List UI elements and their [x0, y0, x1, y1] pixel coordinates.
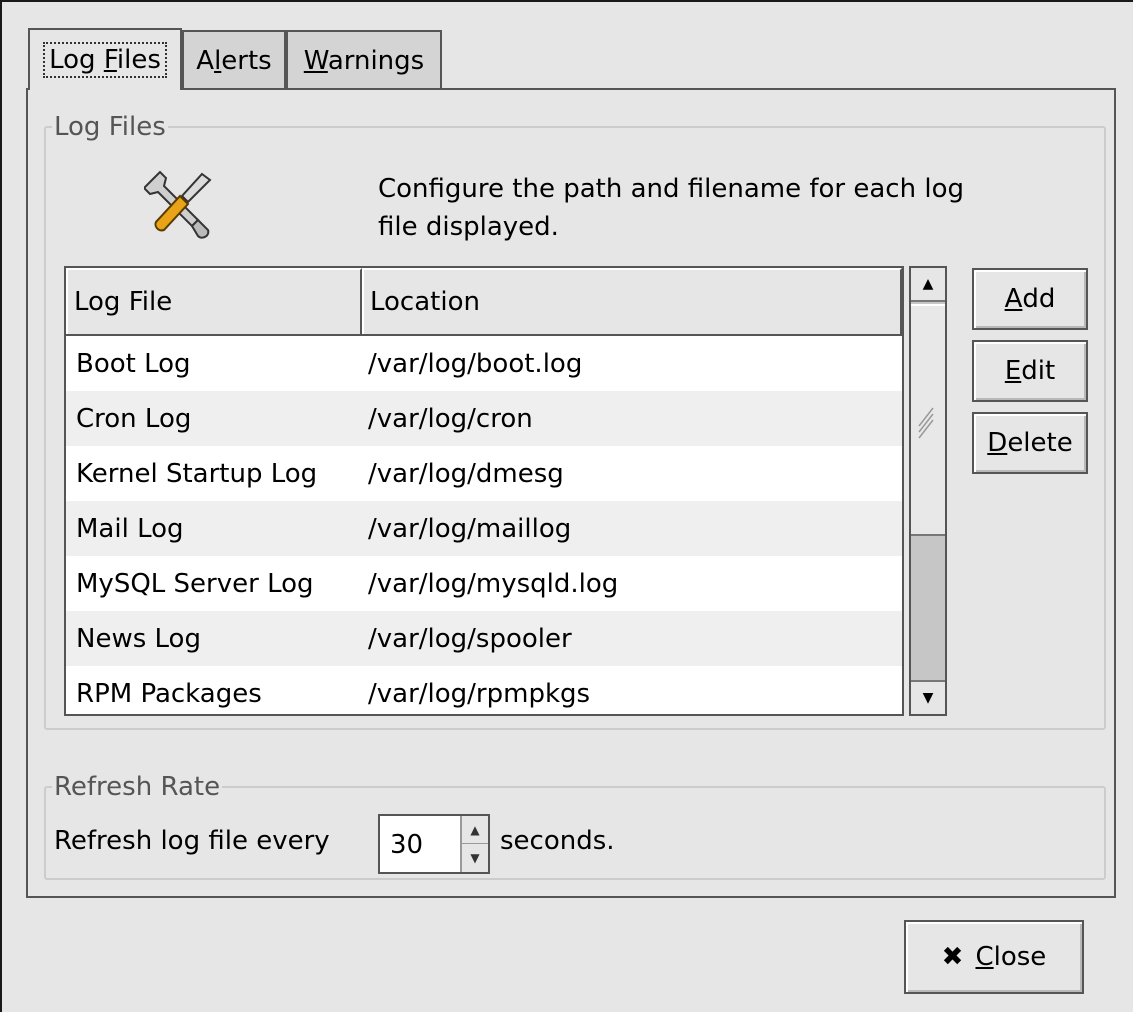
table-row[interactable]: News Log/var/log/spooler: [66, 611, 902, 666]
tab-alerts-label: Alerts: [196, 46, 272, 76]
table-row[interactable]: Kernel Startup Log/var/log/dmesg: [66, 446, 902, 501]
table-body: Boot Log/var/log/boot.log Cron Log/var/l…: [66, 336, 902, 714]
log-files-description: Configure the path and filename for each…: [378, 174, 964, 242]
cell-location: /var/log/dmesg: [368, 458, 564, 489]
cell-location: /var/log/mysqld.log: [368, 568, 619, 599]
tab-warnings-label: Warnings: [303, 46, 425, 76]
refresh-unit-label: seconds.: [500, 826, 615, 856]
cell-location: /var/log/maillog: [368, 513, 572, 544]
table-row[interactable]: Mail Log/var/log/maillog: [66, 501, 902, 556]
refresh-interval-spinbox[interactable]: 30 ▲ ▼: [378, 814, 490, 874]
spin-up-arrow-icon[interactable]: ▲: [462, 816, 488, 844]
scrollbar-thumb[interactable]: [911, 304, 945, 536]
add-button[interactable]: Add: [972, 268, 1088, 330]
column-header-location[interactable]: Location: [362, 268, 902, 334]
refresh-rate-frame-title: Refresh Rate: [54, 772, 221, 802]
cell-location: /var/log/rpmpkgs: [368, 678, 591, 709]
cell-location: /var/log/boot.log: [368, 348, 583, 379]
table-row[interactable]: RPM Packages/var/log/rpmpkgs: [66, 666, 902, 714]
cell-log-file: MySQL Server Log: [76, 568, 314, 599]
refresh-label: Refresh log file every: [54, 826, 330, 856]
spinbox-buttons: ▲ ▼: [460, 816, 488, 872]
cell-location: /var/log/spooler: [368, 623, 572, 654]
edit-button[interactable]: Edit: [972, 340, 1088, 402]
tab-alerts[interactable]: Alerts: [182, 30, 286, 90]
close-button[interactable]: ✖ Close: [904, 920, 1084, 994]
table-row[interactable]: Boot Log/var/log/boot.log: [66, 336, 902, 391]
column-header-log-file[interactable]: Log File: [66, 268, 362, 334]
spin-down-arrow-icon[interactable]: ▼: [462, 844, 488, 872]
cell-log-file: Cron Log: [76, 403, 192, 434]
tab-warnings[interactable]: Warnings: [286, 30, 442, 90]
log-files-table[interactable]: Log File Location Boot Log/var/log/boot.…: [64, 266, 904, 716]
cell-log-file: RPM Packages: [76, 678, 262, 709]
scroll-down-arrow-icon[interactable]: ▼: [911, 680, 945, 714]
refresh-interval-value[interactable]: 30: [390, 830, 423, 860]
tools-icon: [142, 166, 214, 240]
log-files-frame-title: Log Files: [54, 112, 166, 142]
table-header: Log File Location: [66, 268, 902, 336]
delete-button[interactable]: Delete: [972, 412, 1088, 474]
cell-log-file: Mail Log: [76, 513, 184, 544]
grip-icon: [918, 407, 934, 439]
cell-log-file: Kernel Startup Log: [76, 458, 318, 489]
table-row[interactable]: MySQL Server Log/var/log/mysqld.log: [66, 556, 902, 611]
tab-log-files[interactable]: Log Files: [28, 28, 182, 90]
cell-log-file: Boot Log: [76, 348, 191, 379]
cell-location: /var/log/cron: [368, 403, 533, 434]
table-row[interactable]: Cron Log/var/log/cron: [66, 391, 902, 446]
log-viewer-preferences-dialog: Log Files Alerts Warnings Log Files Conf…: [0, 0, 1133, 1012]
close-icon: ✖: [941, 942, 964, 972]
table-scrollbar[interactable]: ▲ ▼: [909, 266, 947, 716]
cell-log-file: News Log: [76, 623, 201, 654]
tab-log-files-label: Log Files: [43, 42, 167, 78]
scroll-up-arrow-icon[interactable]: ▲: [911, 268, 945, 302]
